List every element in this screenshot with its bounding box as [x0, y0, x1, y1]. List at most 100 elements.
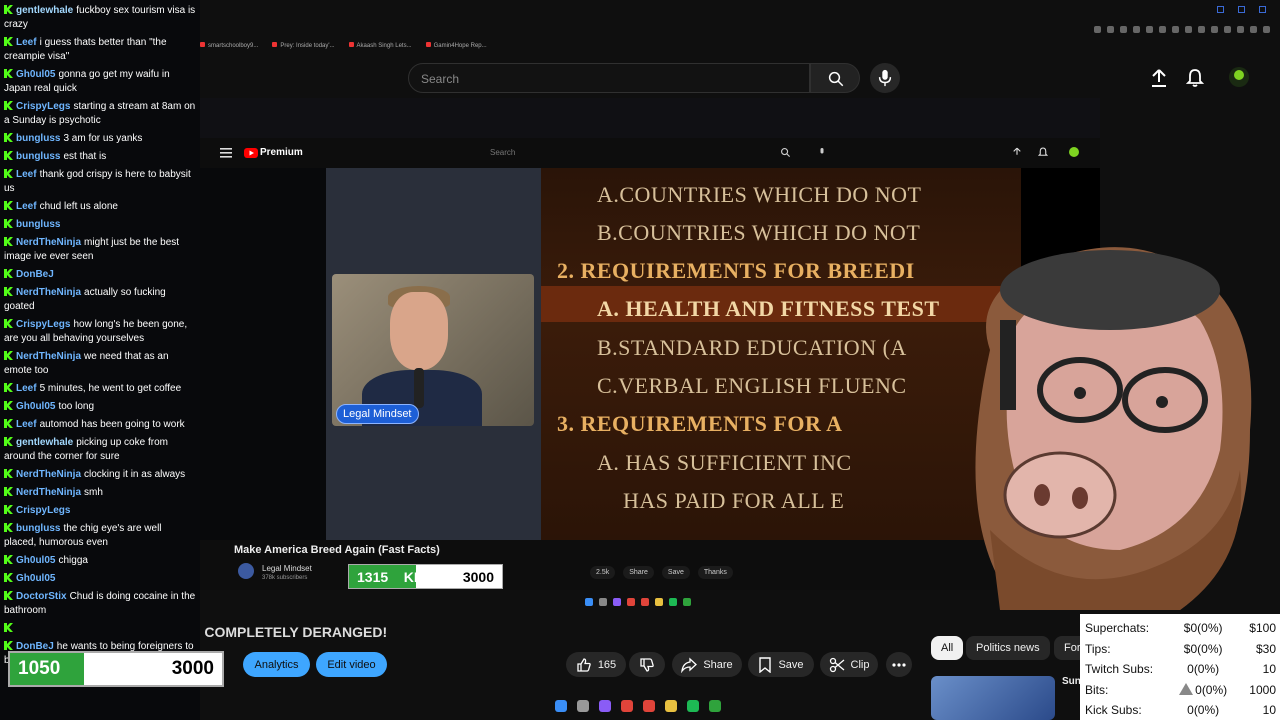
- chat-message: NerdTheNinja actually so fucking goated: [4, 286, 196, 314]
- recommended-title[interactable]: Sun: [1062, 676, 1081, 687]
- chat-username[interactable]: Leef: [16, 37, 37, 48]
- stat-value: 0(0%): [1187, 703, 1220, 718]
- app-icon[interactable]: [643, 700, 655, 712]
- chat-username[interactable]: bungluss: [16, 151, 60, 162]
- chat-username[interactable]: NerdTheNinja: [16, 487, 81, 498]
- stat-label: Kick Subs:: [1085, 703, 1142, 718]
- kick-badge-icon: [4, 5, 13, 14]
- extension-icon[interactable]: [1250, 26, 1257, 33]
- chat-username[interactable]: NerdTheNinja: [16, 469, 81, 480]
- extension-icon[interactable]: [1224, 26, 1231, 33]
- nested-subscriber-count: 378k subscribers: [262, 575, 308, 581]
- extension-icon[interactable]: [1107, 26, 1114, 33]
- notifications-icon[interactable]: [1186, 68, 1204, 88]
- analytics-button[interactable]: Analytics: [243, 652, 310, 677]
- extension-icon[interactable]: [1263, 26, 1270, 33]
- bookmark-item[interactable]: Akaash Singh Lets...: [349, 42, 412, 49]
- slide-line: A. HEALTH AND FITNESS TEST: [597, 296, 940, 321]
- close-icon[interactable]: [1259, 6, 1266, 13]
- chat-username[interactable]: CrispyLegs: [16, 319, 70, 330]
- chat-username[interactable]: CrispyLegs: [16, 101, 70, 112]
- edit-video-button[interactable]: Edit video: [316, 652, 387, 677]
- search-input[interactable]: Search: [408, 63, 810, 93]
- extension-icon[interactable]: [1133, 26, 1140, 33]
- chat-username[interactable]: gentlewhale: [16, 437, 73, 448]
- chat-username[interactable]: Gh0ul05: [16, 401, 55, 412]
- chat-username[interactable]: CrispyLegs: [16, 505, 70, 516]
- screen: smartschoolboy9... Prey: Inside today'..…: [0, 0, 1280, 720]
- premium-logo: Premium: [260, 147, 303, 158]
- stat-value: 0(0%): [1164, 682, 1243, 697]
- vtuber-character: [975, 247, 1252, 610]
- chip-all[interactable]: All: [931, 636, 964, 660]
- chat-username[interactable]: NerdTheNinja: [16, 287, 81, 298]
- chat-username[interactable]: Gh0ul05: [16, 555, 55, 566]
- extension-icon[interactable]: [1146, 26, 1153, 33]
- stat-label: Tips:: [1085, 641, 1111, 656]
- chat-text: est that is: [63, 151, 107, 162]
- chat-username[interactable]: Leef: [16, 383, 37, 394]
- menu-icon: [220, 148, 232, 158]
- nested-dark-panel: [200, 168, 326, 540]
- app-icon[interactable]: [621, 700, 633, 712]
- avatar[interactable]: [1228, 66, 1250, 88]
- chat-username[interactable]: gentlewhale: [16, 5, 73, 16]
- kicks-goal: 3000: [171, 658, 214, 679]
- extension-icon[interactable]: [1185, 26, 1192, 33]
- minimize-icon[interactable]: [1217, 6, 1224, 13]
- chat-message: bungluss est that is: [4, 150, 196, 164]
- bookmark-icon: [759, 656, 772, 673]
- kick-badge-icon: [4, 523, 13, 532]
- more-actions-button[interactable]: [886, 652, 912, 677]
- kick-badge-icon: [4, 219, 13, 228]
- spotify-icon[interactable]: [687, 700, 699, 712]
- bookmark-item[interactable]: Prey: Inside today'...: [272, 42, 334, 49]
- recommended-thumbnail[interactable]: [931, 676, 1055, 720]
- extension-icon[interactable]: [1237, 26, 1244, 33]
- chat-username[interactable]: DoctorStix: [16, 591, 67, 602]
- upload-icon[interactable]: [1150, 68, 1168, 88]
- search-button[interactable]: [810, 63, 860, 93]
- app-icon[interactable]: [709, 700, 721, 712]
- windows-start-icon[interactable]: [555, 700, 567, 712]
- chat-username[interactable]: bungluss: [16, 523, 60, 534]
- slide-line: C.VERBAL ENGLISH FLUENC: [597, 373, 907, 398]
- share-button[interactable]: Share: [672, 652, 742, 677]
- slide-line: 3. REQUIREMENTS FOR A: [557, 411, 843, 436]
- bookmark-item[interactable]: smartschoolboy9...: [200, 42, 258, 49]
- chip-politics-news[interactable]: Politics news: [966, 636, 1050, 660]
- voice-search-button[interactable]: [870, 63, 900, 93]
- chat-username[interactable]: bungluss: [16, 133, 60, 144]
- extension-icon[interactable]: [1211, 26, 1218, 33]
- chat-username[interactable]: NerdTheNinja: [16, 237, 81, 248]
- clip-button[interactable]: Clip: [820, 652, 878, 677]
- chat-username[interactable]: NerdTheNinja: [16, 351, 81, 362]
- extension-icon[interactable]: [1198, 26, 1205, 33]
- chat-username[interactable]: Gh0ul05: [16, 573, 55, 584]
- like-button[interactable]: 165: [566, 652, 626, 677]
- chat-username[interactable]: DonBeJ: [16, 269, 54, 280]
- kick-badge-icon: [4, 351, 13, 360]
- chat-username[interactable]: Leef: [16, 201, 37, 212]
- chat-text: 5 minutes, he went to get coffee: [39, 383, 182, 394]
- chat-username[interactable]: bungluss: [16, 219, 60, 230]
- chat-username[interactable]: Leef: [16, 419, 37, 430]
- dislike-button[interactable]: [629, 652, 665, 677]
- extension-icon[interactable]: [1172, 26, 1179, 33]
- extension-icon[interactable]: [1094, 26, 1101, 33]
- extension-icon[interactable]: [1120, 26, 1127, 33]
- save-button[interactable]: Save: [748, 652, 814, 677]
- folder-icon[interactable]: [665, 700, 677, 712]
- chat-username[interactable]: Leef: [16, 169, 37, 180]
- chat-username[interactable]: Gh0ul05: [16, 69, 55, 80]
- maximize-icon[interactable]: [1238, 6, 1245, 13]
- search-icon[interactable]: [577, 700, 589, 712]
- kick-badge-icon: [4, 101, 13, 110]
- extension-icon[interactable]: [1159, 26, 1166, 33]
- kicks-current: 1315: [357, 568, 389, 585]
- chat-message: NerdTheNinja we need that as an emote too: [4, 350, 196, 378]
- app-icon[interactable]: [599, 700, 611, 712]
- bookmark-item[interactable]: Gamin4Hope Rep...: [426, 42, 487, 49]
- kicks-goal-bar-small: 1315 KICKS 3000: [348, 564, 503, 589]
- channel-tag: Legal Mindset: [336, 404, 419, 424]
